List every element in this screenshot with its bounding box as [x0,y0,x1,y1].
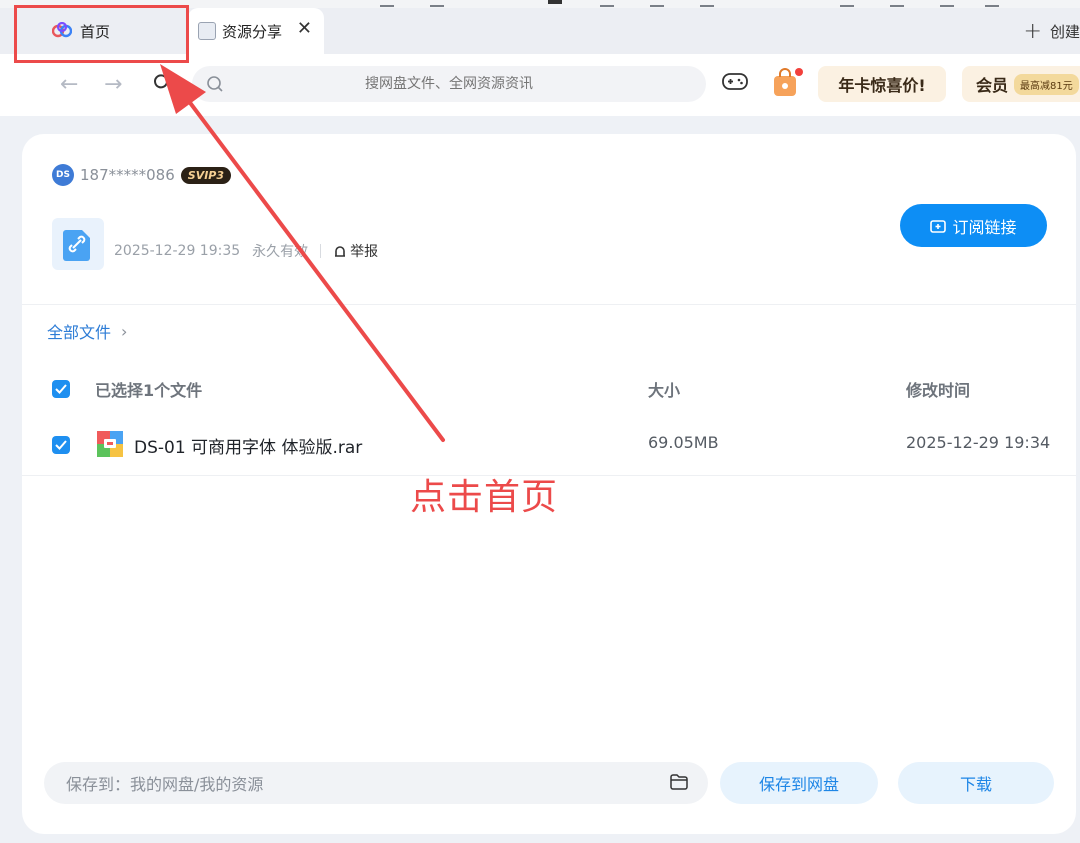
gamepad-icon[interactable] [722,72,748,96]
clipped-toolbar-mark [548,0,562,4]
clipped-toolbar-mark [985,0,999,7]
share-date: 2025-12-29 19:35 [114,243,241,259]
alarm-icon [335,246,346,257]
forward-arrow-icon[interactable]: → [104,72,122,97]
annual-promo-button[interactable]: 年卡惊喜价! [818,66,946,102]
share-meta: 2025-12-29 19:35 永久有效 举报 [114,241,378,261]
clipped-toolbar-mark [890,0,904,7]
navigation-toolbar: ← → 年卡惊喜价! 会员 最高减81元 [0,54,1080,116]
tab-share-label: 资源分享 [222,22,283,41]
add-folder-icon [930,219,947,233]
annotation-text: 点击首页 [410,477,559,518]
sharer-info: DS 187*****086 SVIP3 [52,164,232,186]
notification-dot [795,68,803,76]
file-table-header: 已选择1个文件 大小 修改时间 [22,370,1076,404]
share-validity: 永久有效 [252,244,309,260]
clipped-toolbar-mark [650,0,664,7]
report-label: 举报 [350,244,379,260]
download-button-label: 下载 [959,775,992,794]
tab-resource-share[interactable]: 资源分享 ✕ [188,8,324,54]
vip-badge: SVIP3 [180,166,232,184]
clipped-toolbar-mark [430,0,444,7]
sharer-user-id: 187*****086 [80,166,175,184]
vip-discount-pill: 最高减81元 [1014,73,1079,95]
refresh-icon[interactable] [152,72,170,97]
clipped-toolbar-mark [840,0,854,7]
breadcrumb-all-files[interactable]: 全部文件 [47,319,111,343]
shopping-bag-icon[interactable] [772,68,798,102]
row-checkbox[interactable] [52,436,70,454]
vip-label: 会员 [976,76,1009,95]
breadcrumb[interactable]: 全部文件 › [47,319,127,343]
back-arrow-icon[interactable]: ← [60,72,78,97]
table-row[interactable]: DS-01 可商用字体 体验版.rar 69.05MB 2025-12-29 1… [22,424,1076,464]
new-tab-label: 创建 [1049,22,1080,41]
plus-icon: + [1023,18,1042,44]
clipped-toolbar-mark [380,0,394,7]
select-all-checkbox[interactable] [52,380,70,398]
rar-file-icon [97,431,123,461]
search-bar[interactable] [192,66,706,102]
size-column-header[interactable]: 大小 [648,377,680,401]
report-link[interactable]: 举报 [333,241,378,261]
share-link-icon [52,218,104,270]
save-path-label: 保存到：我的网盘/我的资源 [66,775,264,794]
download-button[interactable]: 下载 [898,762,1054,804]
clipped-toolbar-mark [600,0,614,7]
save-button-label: 保存到网盘 [758,775,839,794]
subscribe-label: 订阅链接 [952,217,1017,237]
subscribe-link-button[interactable]: 订阅链接 [900,204,1047,247]
divider [22,304,1076,305]
save-path-field[interactable]: 保存到：我的网盘/我的资源 [44,762,708,804]
chevron-right-icon: › [121,321,128,341]
file-size: 69.05MB [648,433,719,452]
meta-divider [320,244,322,258]
page-icon [198,22,216,40]
modified-column-header[interactable]: 修改时间 [906,377,970,401]
clipped-toolbar-mark [700,0,714,7]
file-modified-time: 2025-12-29 19:34 [906,433,1051,452]
avatar: DS [52,164,74,186]
annual-promo-label: 年卡惊喜价! [838,76,926,95]
vip-promo-button[interactable]: 会员 最高减81元 [962,66,1080,102]
new-tab-button[interactable]: + 创建 [1024,8,1080,54]
annotation-highlight-box [14,5,189,63]
close-tab-icon[interactable]: ✕ [297,18,312,39]
search-input[interactable] [192,66,706,102]
folder-icon[interactable] [670,774,688,794]
file-name[interactable]: DS-01 可商用字体 体验版.rar [134,433,362,458]
clipped-toolbar-mark [940,0,954,7]
save-to-netdisk-button[interactable]: 保存到网盘 [720,762,878,804]
selected-count-header: 已选择1个文件 [95,381,203,400]
